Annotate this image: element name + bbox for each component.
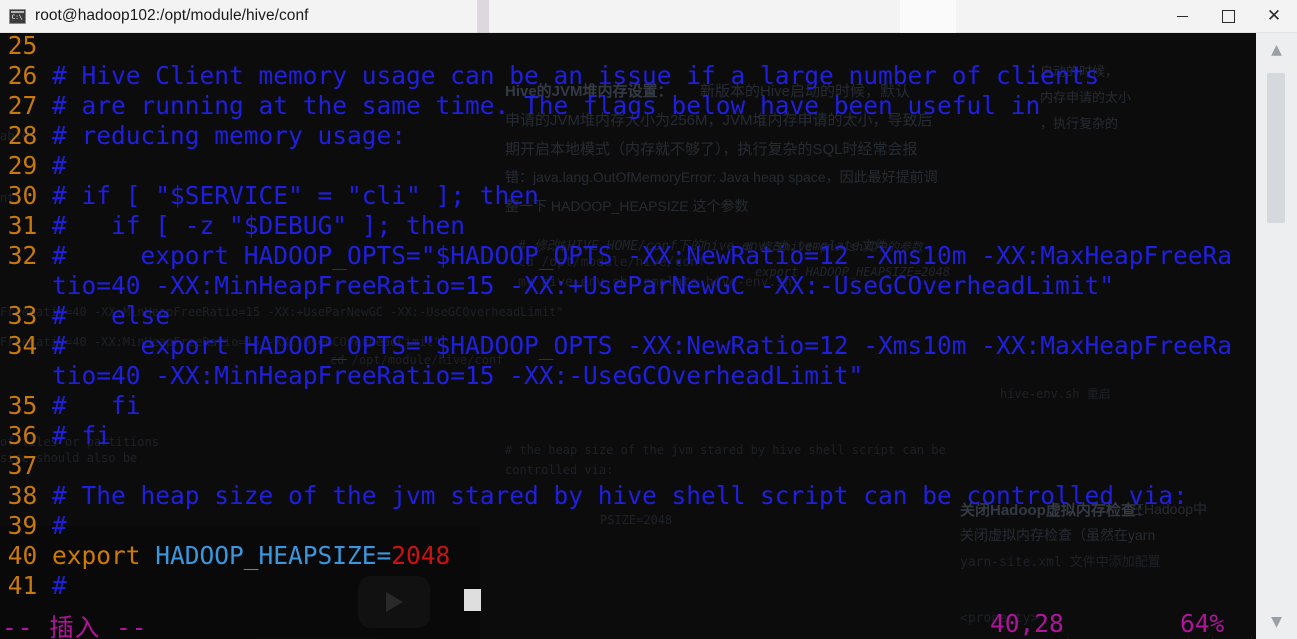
line-number: 40 <box>7 541 52 570</box>
code-token-cmt: # <box>52 511 67 540</box>
code-line[interactable]: 35 # fi <box>0 391 1297 421</box>
code-line[interactable]: 37 <box>0 451 1297 481</box>
line-number: 41 <box>7 571 52 600</box>
code-line[interactable]: 26 # Hive Client memory usage can be an … <box>0 61 1297 91</box>
code-line[interactable]: 41 # <box>0 571 1297 601</box>
code-token-cmt: # else <box>52 301 171 330</box>
code-token-num: 2048 <box>391 541 451 570</box>
code-line-wrapped[interactable]: tio=40 -XX:MinHeapFreeRatio=15 -XX:+UseP… <box>0 271 1297 301</box>
code-token-cmt: # Hive Client memory usage can be an iss… <box>52 61 1100 90</box>
code-token-cmt: # fi <box>52 421 112 450</box>
line-number: 32 <box>7 241 52 270</box>
line-number: 34 <box>7 331 52 360</box>
close-button[interactable]: ✕ <box>1251 0 1297 33</box>
code-token-cmt: # are running at the same time. The flag… <box>52 91 1041 120</box>
code-line[interactable]: 40 export HADOOP_HEAPSIZE=2048 <box>0 541 1297 571</box>
maximize-button[interactable] <box>1205 0 1251 33</box>
vim-scroll-percent: 64% <box>1180 609 1225 638</box>
code-line[interactable]: 32 # export HADOOP_OPTS="$HADOOP_OPTS -X… <box>0 241 1297 271</box>
code-line[interactable]: 39 # <box>0 511 1297 541</box>
code-line[interactable]: 29 # <box>0 151 1297 181</box>
line-number: 30 <box>7 181 52 210</box>
terminal-body[interactable]: Hive的JVM堆内存设置： 新版本的Hive启动的时候，默认 申请的JVM堆内存大… <box>0 33 1297 639</box>
code-line[interactable]: 36 # fi <box>0 421 1297 451</box>
code-token-cmt: # if [ -z "$DEBUG" ]; then <box>52 211 466 240</box>
line-number: 28 <box>7 121 52 150</box>
line-number: 25 <box>7 33 52 60</box>
line-number: 39 <box>7 511 52 540</box>
code-line-wrapped[interactable]: tio=40 -XX:MinHeapFreeRatio=15 -XX:-UseG… <box>0 361 1297 391</box>
code-line[interactable]: 30 # if [ "$SERVICE" = "cli" ]; then <box>0 181 1297 211</box>
code-line[interactable]: 27 # are running at the same time. The f… <box>0 91 1297 121</box>
code-line[interactable]: 34 # export HADOOP_OPTS="$HADOOP_OPTS -X… <box>0 331 1297 361</box>
code-token-var: HADOOP_HEAPSIZE= <box>155 541 392 570</box>
code-token-cmt: # export HADOOP_OPTS="$HADOOP_OPTS -XX:N… <box>52 241 1233 270</box>
code-token-cmt: # <box>52 151 67 180</box>
code-token-cmt: # export HADOOP_OPTS="$HADOOP_OPTS -XX:N… <box>52 331 1233 360</box>
line-number: 31 <box>7 211 52 240</box>
code-token-cmt: # fi <box>52 391 141 420</box>
code-token-cmt: # if [ "$SERVICE" = "cli" ]; then <box>52 181 539 210</box>
line-number: 35 <box>7 391 52 420</box>
code-line[interactable]: 31 # if [ -z "$DEBUG" ]; then <box>0 211 1297 241</box>
window-title: root@hadoop102:/opt/module/hive/conf <box>35 7 309 24</box>
line-number: 29 <box>7 151 52 180</box>
code-line[interactable]: 28 # reducing memory usage: <box>0 121 1297 151</box>
code-line[interactable]: 38 # The heap size of the jvm stared by … <box>0 481 1297 511</box>
vim-buffer[interactable]: 25 26 # Hive Client memory usage can be … <box>0 33 1297 639</box>
line-number: 26 <box>7 61 52 90</box>
code-token-cmt: # The heap size of the jvm stared by hiv… <box>52 481 1188 510</box>
code-token-cmt: tio=40 -XX:MinHeapFreeRatio=15 -XX:+UseP… <box>52 271 1115 300</box>
code-line[interactable]: 25 <box>0 33 1297 61</box>
code-token-kw: export <box>52 541 156 570</box>
code-token-cmt: # <box>52 571 67 600</box>
vim-status-line: -- 插入 -- 40,28 64% <box>0 607 1297 639</box>
vim-cursor-position: 40,28 <box>990 609 1064 638</box>
terminal-window: root@hadoop102:/opt/module/hive/conf ✕ H… <box>0 0 1297 639</box>
vim-mode-indicator: -- 插入 -- <box>2 613 148 639</box>
code-line[interactable]: 33 # else <box>0 301 1297 331</box>
minimize-button[interactable] <box>1159 0 1205 33</box>
code-token-cmt: # reducing memory usage: <box>52 121 407 150</box>
cmd-console-icon <box>9 8 26 24</box>
window-controls: ✕ <box>1159 0 1297 33</box>
code-token-cmt: tio=40 -XX:MinHeapFreeRatio=15 -XX:-UseG… <box>52 361 864 390</box>
line-number: 27 <box>7 91 52 120</box>
line-number: 38 <box>7 481 52 510</box>
line-number: 36 <box>7 421 52 450</box>
line-number: 37 <box>7 451 52 480</box>
line-number: 33 <box>7 301 52 330</box>
window-titlebar[interactable]: root@hadoop102:/opt/module/hive/conf ✕ <box>0 0 1297 33</box>
titlebar-left: root@hadoop102:/opt/module/hive/conf <box>0 7 1159 25</box>
